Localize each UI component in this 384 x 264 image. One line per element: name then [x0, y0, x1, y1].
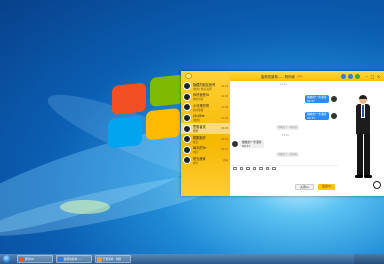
contact-last-message: 晚安 [193, 140, 199, 144]
taskbar-item-label: 开始菜单 - 帮助 [103, 258, 122, 261]
taskbar-item[interactable]: 开始菜单 - 帮助 [95, 255, 131, 263]
message-text: 播放的一条语音 00:35 [307, 112, 327, 120]
avatar [183, 135, 191, 144]
contact-time: 09:51 [221, 137, 228, 141]
message-area: 14:20 播放的一条语音 00:27 播放的一条语音 00:35 你撤回了一条… [230, 81, 338, 165]
contact-item[interactable]: 小马哥的哥 好的谢谢 11:40 [181, 102, 230, 113]
maximize-button[interactable]: □ [370, 74, 375, 79]
contact-time: 10:18 [221, 127, 228, 131]
contact-last-message: [图片] [193, 119, 201, 123]
video-call-icon[interactable] [348, 73, 353, 79]
avatar [183, 103, 191, 112]
close-button[interactable]: 关闭(C) [295, 184, 315, 190]
chat-title: 旋转的新林……阿你家 [261, 74, 295, 79]
action-buttons: 关闭(C) 发送(S) [230, 184, 338, 192]
qq-app-icon [19, 256, 24, 262]
voice-message-bubble[interactable]: 播放的一条语音 00:35 [305, 112, 329, 120]
message-input[interactable] [230, 171, 338, 184]
message-timestamp: 14:22 [282, 134, 289, 137]
contact-last-message: 在吗 [193, 161, 199, 165]
sidebar-header [181, 71, 230, 81]
contact-item[interactable]: (Sc)Bet [图片] 11:02 [181, 113, 230, 124]
windows-orb-icon [3, 255, 11, 263]
avatar [183, 114, 191, 123]
conversation-pane: 旋转的新林……阿你家 (vip) – □ × 14:20 播放的一条语音 00:… [230, 71, 384, 196]
message-timestamp: 14:20 [280, 83, 287, 86]
taskbar-item[interactable]: 腾讯QQ [17, 255, 53, 263]
avatar [183, 145, 191, 154]
contact-item[interactable]: 你好我是Ta 你的消息 12:05 [181, 92, 230, 103]
file-icon[interactable] [246, 166, 250, 171]
avatar [183, 124, 191, 133]
send-button[interactable]: 发送(S) [318, 184, 335, 190]
windows-logo [108, 74, 188, 152]
taskbar-item[interactable]: 旋转的新林…… [56, 255, 92, 263]
contact-last-message: 嗯嗯 [193, 130, 199, 134]
contact-time: 12:05 [221, 95, 228, 99]
contact-time: 14:23 [221, 84, 228, 88]
voice-message-bubble[interactable]: 播放的一条语音 00:17 [240, 140, 264, 148]
vip-badge: (vip) [296, 74, 303, 78]
avatar [331, 96, 337, 102]
voice-message-bubble[interactable]: 播放的一条语音 00:27 [305, 95, 329, 103]
contact-time: 昨天 [223, 159, 228, 163]
panda-sticker-icon [373, 181, 381, 189]
start-button[interactable] [0, 254, 14, 264]
shake-icon[interactable] [259, 166, 263, 171]
chat-app-icon [58, 256, 63, 262]
message-text: 播放的一条语音 00:27 [307, 95, 327, 103]
contact-item[interactable]: 刚刚新好 晚安 09:51 [181, 134, 230, 145]
friend-show-panel [338, 81, 384, 196]
contact-time: 11:02 [221, 116, 228, 120]
avatar [183, 92, 191, 101]
taskbar-item-label: 旋转的新林…… [64, 258, 83, 261]
contact-item-selected[interactable]: 思想者说 嗯嗯 10:18 [181, 123, 230, 134]
avatar [183, 82, 191, 91]
image-icon[interactable] [252, 166, 256, 171]
contact-time: 11:40 [221, 105, 228, 109]
contact-sidebar: 隐藏的朋友我哥 [图片] 晚点说吧 14:23 你好我是Ta 你的消息 12:05 … [181, 71, 230, 196]
contact-item[interactable]: 阳光我家 在吗 昨天 [181, 155, 230, 166]
minimize-button[interactable]: – [364, 74, 369, 79]
contact-last-message: 好的谢谢 [193, 108, 204, 112]
message-text: 播放的一条语音 00:17 [242, 140, 262, 148]
taskbar-item-label: 腾讯QQ [25, 258, 35, 261]
businessman-figure [352, 95, 374, 179]
avatar [331, 113, 337, 119]
more-icon[interactable] [355, 73, 360, 79]
chat-window: 隐藏的朋友我哥 [图片] 晚点说吧 14:23 你好我是Ta 你的消息 12:05 … [181, 71, 384, 196]
emoji-icon[interactable] [233, 166, 237, 171]
contact-time: 09:12 [221, 148, 228, 152]
avatar [232, 141, 238, 147]
contact-last-message: [图片] 晚点说吧 [193, 87, 212, 91]
help-app-icon [97, 256, 102, 262]
chat-titlebar: 旋转的新林……阿你家 (vip) – □ × [230, 71, 384, 81]
system-note: 你撤回了一条消息 [276, 125, 300, 130]
contact-item[interactable]: 每天的Ta 哈哈 09:12 [181, 145, 230, 156]
avatar [183, 156, 191, 165]
system-note: 你撤回了一条消息 [276, 152, 300, 157]
history-icon[interactable] [272, 166, 276, 171]
contact-last-message: 哈哈 [193, 151, 199, 155]
voice-icon[interactable] [265, 166, 269, 171]
contact-item[interactable]: 隐藏的朋友我哥 [图片] 晚点说吧 14:23 [181, 81, 230, 92]
qq-logo-icon[interactable] [185, 73, 192, 79]
scissors-icon[interactable] [239, 166, 243, 171]
system-tray[interactable] [354, 254, 384, 264]
taskbar: 腾讯QQ 旋转的新林…… 开始菜单 - 帮助 [0, 254, 384, 264]
voice-call-icon[interactable] [341, 73, 346, 79]
contact-last-message: 你的消息 [193, 98, 204, 102]
close-window-button[interactable]: × [376, 74, 381, 79]
